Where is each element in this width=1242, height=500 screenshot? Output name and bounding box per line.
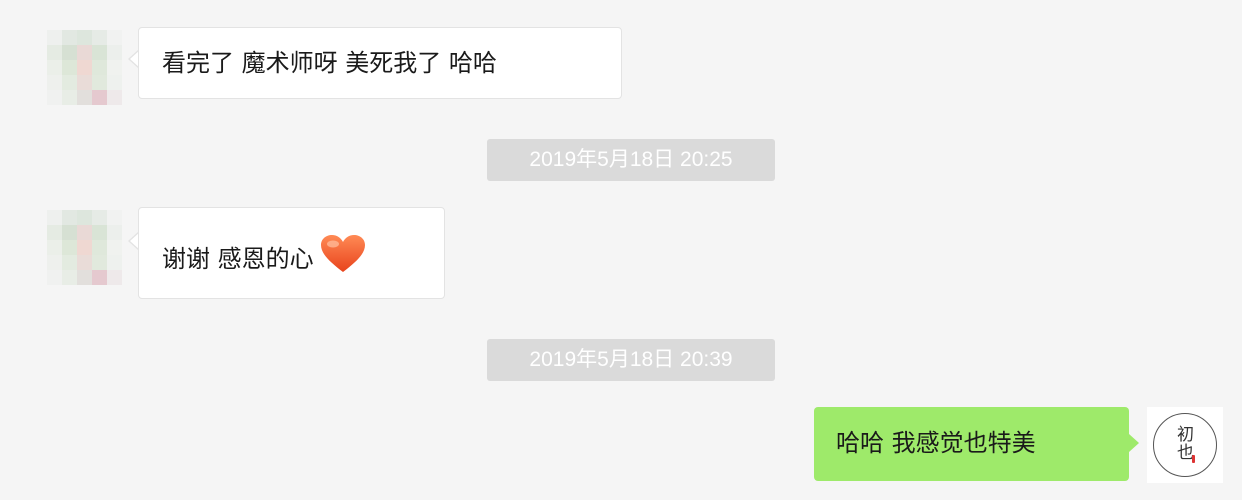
message-bubble-received[interactable]: 谢谢 感恩的心 <box>138 207 445 299</box>
chat-window: 看完了 魔术师呀 美死我了 哈哈 2019年5月18日 20:25 谢谢 感恩的… <box>0 0 1242 500</box>
message-text: 谢谢 感恩的心 <box>162 245 314 273</box>
message-text: 哈哈 我感觉也特美 <box>836 429 1036 457</box>
heart-icon <box>320 234 366 280</box>
my-avatar[interactable]: 初 也 <box>1147 407 1223 483</box>
avatar-glyph: 初 <box>1177 425 1194 445</box>
seal-dot <box>1192 455 1195 463</box>
timestamp: 2019年5月18日 20:39 <box>487 339 775 381</box>
contact-avatar[interactable] <box>47 210 122 285</box>
message-text: 看完了 魔术师呀 美死我了 哈哈 <box>162 49 497 77</box>
bubble-tail <box>1129 434 1139 452</box>
contact-avatar[interactable] <box>47 30 122 105</box>
avatar-glyph: 也 <box>1177 443 1194 463</box>
message-bubble-sent[interactable]: 哈哈 我感觉也特美 <box>814 407 1129 481</box>
timestamp: 2019年5月18日 20:25 <box>487 139 775 181</box>
message-bubble-received[interactable]: 看完了 魔术师呀 美死我了 哈哈 <box>138 27 622 99</box>
